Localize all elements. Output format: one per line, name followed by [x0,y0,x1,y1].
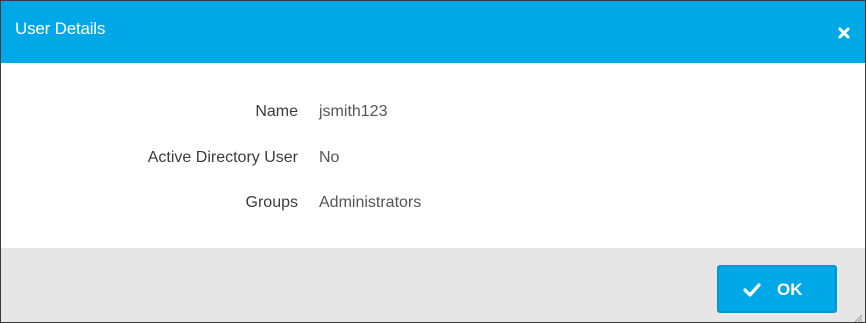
detail-row-active-directory-user: Active Directory User No [1,146,865,170]
ok-label: OK [777,280,803,299]
ok-button[interactable]: OK [717,265,837,313]
groups-label: Groups [245,194,298,211]
detail-row-groups: Groups Administrators [1,191,865,215]
dialog-body: Name jsmith123 Active Directory User No … [1,63,865,248]
groups-value: Administrators [319,194,422,211]
dialog-footer: OK [1,248,865,322]
name-label: Name [255,103,298,120]
name-value: jsmith123 [319,103,388,120]
user-details-dialog: User Details Name jsmith123 Active Direc… [0,0,866,323]
dialog-title: User Details [15,19,106,38]
checkmark-icon [743,282,761,298]
resize-grip-icon[interactable] [853,310,863,322]
dialog-titlebar: User Details [1,1,865,63]
active-directory-user-value: No [319,149,340,166]
close-icon[interactable] [837,26,851,40]
detail-row-name: Name jsmith123 [1,100,865,124]
active-directory-user-label: Active Directory User [147,149,298,166]
